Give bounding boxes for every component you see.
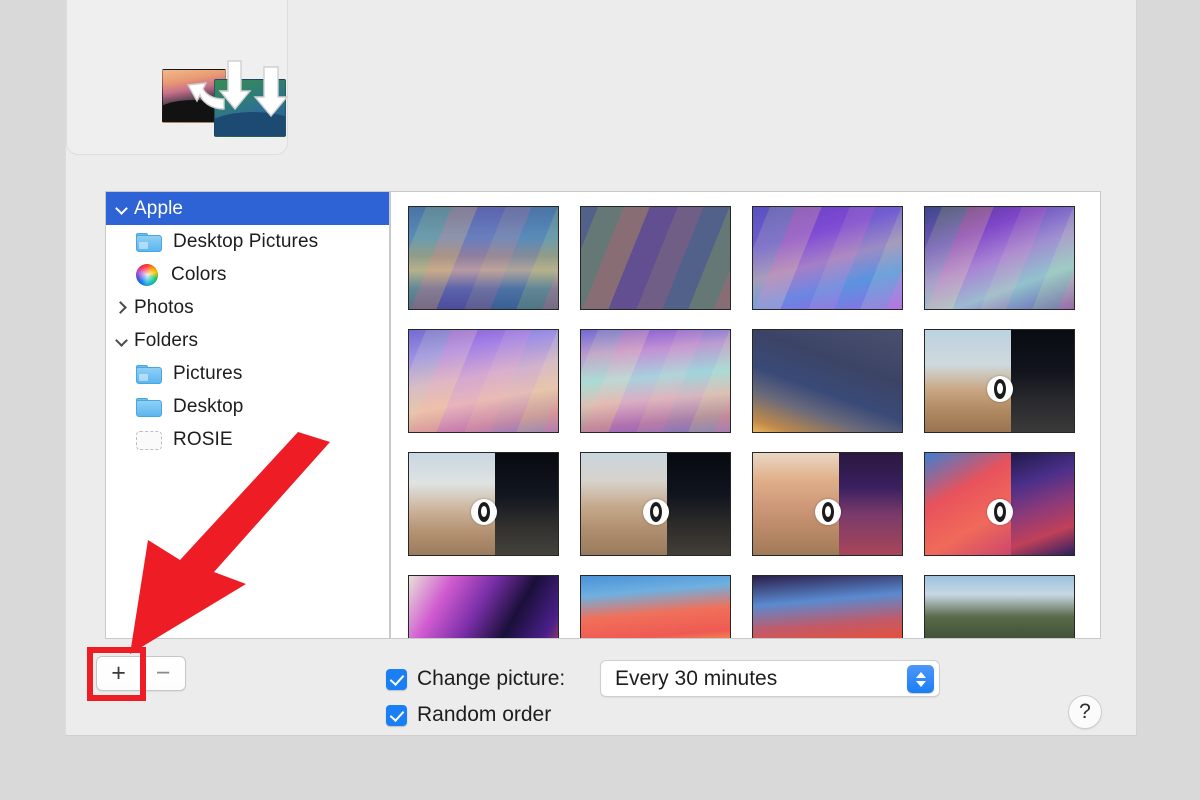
- sidebar-item-rosie[interactable]: ROSIE: [106, 423, 389, 456]
- dynamic-wallpaper-badge-icon: [470, 499, 497, 526]
- desktop-screensaver-icon: [162, 60, 289, 137]
- picture-options: Change picture: Random order: [386, 661, 565, 733]
- wallpaper-thumbnail-bigsur-light[interactable]: [580, 575, 731, 638]
- dynamic-wallpaper-badge-icon: [814, 499, 841, 526]
- wallpaper-thumbnail-catalina-night[interactable]: [752, 206, 903, 310]
- wallpaper-thumbnail-catalina-day[interactable]: [408, 206, 559, 310]
- color-wheel-icon: [136, 263, 158, 286]
- chevron-down-icon-glyph: [116, 203, 127, 214]
- thumbnail-stripe-overlay: [409, 330, 558, 432]
- change-picture-row[interactable]: Change picture:: [386, 661, 565, 697]
- thumbnail-dark-half: [839, 453, 902, 555]
- thumbnail-dark-half: [495, 453, 558, 555]
- folder-icon: [136, 364, 162, 384]
- thumbnail-stripe-overlay: [925, 207, 1074, 309]
- wallpaper-thumbnail-solar-gradients-3[interactable]: [752, 452, 903, 556]
- thumbnail-image: [925, 576, 1074, 638]
- thumbnail-image: [581, 576, 730, 638]
- wallpaper-thumbnail-catalina-rocks[interactable]: [924, 206, 1075, 310]
- chevron-down-icon: [915, 680, 926, 687]
- sidebar-item-label: ROSIE: [173, 428, 233, 450]
- help-button[interactable]: ?: [1068, 695, 1102, 729]
- wallpaper-thumbnail-catalina-evening[interactable]: [580, 206, 731, 310]
- wallpaper-thumbnail-solid-gradient[interactable]: [752, 329, 903, 433]
- wallpaper-thumbnail-solar-gradients-2[interactable]: [580, 452, 731, 556]
- sidebar-item-apple[interactable]: Apple: [106, 192, 389, 225]
- screenshot-canvas: Apple Desktop Pictures Colors Photos Folders…: [0, 0, 1200, 800]
- dynamic-wallpaper-badge-icon: [986, 376, 1013, 403]
- thumbnail-dark-half: [1011, 453, 1074, 555]
- dynamic-wallpaper-badge-icon: [986, 499, 1013, 526]
- chevron-down-icon[interactable]: [110, 203, 132, 214]
- change-interval-value: Every 30 minutes: [615, 666, 778, 690]
- folder-plain-icon: [136, 397, 162, 417]
- sidebar-item-desktop[interactable]: Desktop: [106, 390, 389, 423]
- wallpaper-thumbnail-bigsur-coast[interactable]: [580, 329, 731, 433]
- source-list[interactable]: Apple Desktop Pictures Colors Photos Folders…: [105, 191, 390, 639]
- thumbnail-image: [753, 330, 902, 432]
- folder-icon: [136, 232, 162, 252]
- sidebar-item-label: Photos: [134, 296, 194, 318]
- add-button[interactable]: +: [96, 656, 141, 691]
- sidebar-item-folders[interactable]: Folders: [106, 324, 389, 357]
- desktop-screensaver-pane-tab[interactable]: [66, 0, 289, 155]
- chevron-down-icon-glyph: [116, 335, 127, 346]
- swap-arrows: [176, 59, 294, 135]
- random-order-row[interactable]: Random order: [386, 697, 565, 733]
- sidebar-item-label: Apple: [134, 197, 184, 219]
- wallpaper-thumbnail-bigsur-graphic[interactable]: [924, 452, 1075, 556]
- sidebar-item-photos[interactable]: Photos: [106, 291, 389, 324]
- random-order-label: Random order: [417, 703, 552, 726]
- change-picture-label: Change picture:: [417, 667, 566, 690]
- wallpaper-thumbnail-forest-lake[interactable]: [924, 575, 1075, 638]
- remove-button[interactable]: −: [141, 656, 186, 691]
- thumbnail-stripe-overlay: [753, 207, 902, 309]
- thumbnail-dark-half: [1011, 330, 1074, 432]
- wallpaper-thumbnail-whitesands-dynamic[interactable]: [924, 329, 1075, 433]
- thumbnail-stripe-overlay: [581, 207, 730, 309]
- thumbnail-dark-half: [667, 453, 730, 555]
- sidebar-item-label: Pictures: [173, 362, 243, 384]
- chevron-up-icon: [915, 671, 926, 678]
- wallpaper-thumbnail-catalina-desert[interactable]: [408, 329, 559, 433]
- wallpaper-thumbnail-bigsur-dark[interactable]: [752, 575, 903, 638]
- add-remove-button-group[interactable]: + −: [96, 656, 186, 691]
- thumbnail-stripe-overlay: [581, 330, 730, 432]
- sidebar-item-pictures[interactable]: Pictures: [106, 357, 389, 390]
- change-picture-checkbox[interactable]: [386, 668, 407, 690]
- wallpaper-grid-panel[interactable]: [390, 191, 1101, 639]
- sidebar-item-label: Folders: [134, 329, 199, 351]
- stepper-icon[interactable]: [907, 665, 934, 693]
- chevron-right-icon-glyph: [116, 302, 127, 313]
- chevron-down-icon[interactable]: [110, 335, 132, 346]
- wallpaper-thumbnail-bigsur-abstract[interactable]: [408, 575, 559, 638]
- chevron-right-icon[interactable]: [110, 302, 132, 313]
- thumbnail-image: [753, 576, 902, 638]
- thumbnail-stripe-overlay: [409, 207, 558, 309]
- thumbnail-image: [409, 576, 558, 638]
- wallpaper-thumbnail-grid: [408, 206, 1075, 638]
- sidebar-item-colors[interactable]: Colors: [106, 258, 389, 291]
- folder-dashed-icon: [136, 430, 162, 450]
- random-order-checkbox[interactable]: [386, 704, 407, 726]
- sidebar-item-label: Desktop Pictures: [173, 230, 319, 252]
- dynamic-wallpaper-badge-icon: [642, 499, 669, 526]
- sidebar-item-label: Colors: [171, 263, 227, 285]
- sidebar-item-label: Desktop: [173, 395, 244, 417]
- sidebar-item-desktop-pictures[interactable]: Desktop Pictures: [106, 225, 389, 258]
- wallpaper-thumbnail-solar-gradients-1[interactable]: [408, 452, 559, 556]
- change-interval-select[interactable]: Every 30 minutes: [600, 660, 940, 697]
